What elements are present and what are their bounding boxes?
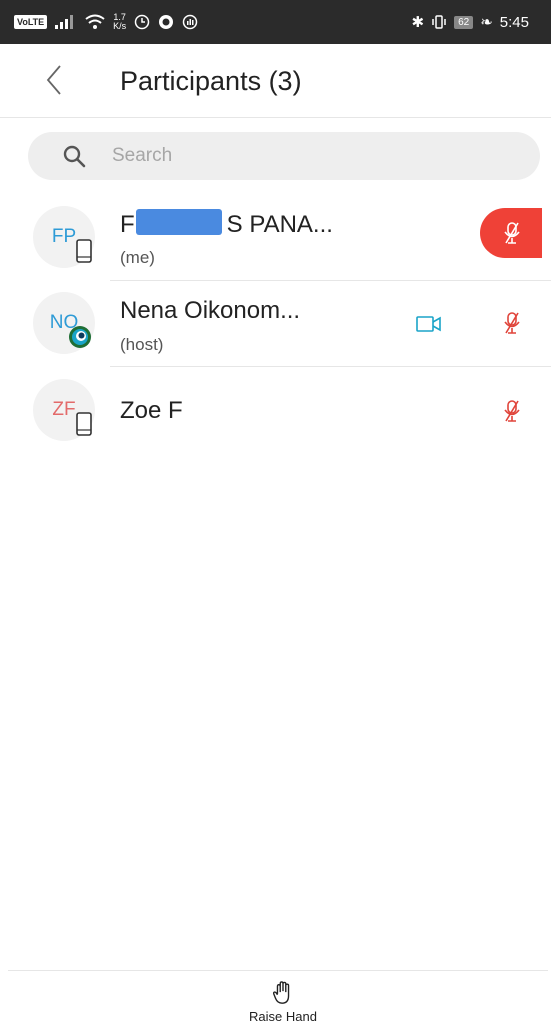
network-speed: 1.7 K/s bbox=[113, 13, 126, 31]
status-bar: VoLTE 1.7 K/s ✱ 62 ❧ 5:45 bbox=[0, 0, 551, 44]
participant-name-start: F bbox=[120, 211, 135, 238]
raise-hand-icon bbox=[272, 981, 290, 1004]
participant-role: (host) bbox=[120, 335, 164, 354]
participant-name: Nena Oikonom... bbox=[120, 297, 301, 324]
volte-badge: VoLTE bbox=[14, 15, 48, 29]
webex-app-icon bbox=[69, 326, 91, 348]
participant-row[interactable]: ZF Zoe F bbox=[0, 367, 551, 453]
wifi-icon bbox=[85, 14, 105, 29]
search-icon bbox=[63, 145, 86, 168]
avatar: NO bbox=[33, 292, 95, 354]
raise-hand-button[interactable]: Raise Hand bbox=[238, 979, 328, 1025]
participant-role: (me) bbox=[120, 248, 155, 267]
back-button[interactable] bbox=[40, 62, 70, 98]
mute-toggle-button[interactable] bbox=[480, 208, 542, 258]
muted-mic-icon bbox=[504, 222, 520, 244]
search-input[interactable] bbox=[112, 142, 512, 170]
redaction-box bbox=[136, 209, 222, 235]
clock-icon bbox=[134, 14, 150, 30]
vibrate-icon bbox=[432, 15, 446, 29]
participant-row[interactable]: FP F S PANA... (me) bbox=[0, 195, 551, 281]
app-notification-icon bbox=[159, 15, 174, 29]
bottom-toolbar: Raise Hand bbox=[8, 970, 548, 1025]
phone-icon bbox=[76, 412, 92, 436]
avatar: FP bbox=[33, 206, 95, 268]
bluetooth-icon: ✱ bbox=[411, 14, 425, 31]
battery-level: 62 bbox=[454, 15, 474, 29]
participant-name: Zoe F bbox=[120, 397, 183, 424]
signal-icon bbox=[55, 15, 74, 29]
header: Participants (3) bbox=[0, 44, 551, 118]
participant-row[interactable]: NO Nena Oikonom... (host) bbox=[0, 281, 551, 367]
status-left: VoLTE 1.7 K/s bbox=[14, 0, 198, 44]
muted-mic-icon[interactable] bbox=[502, 399, 522, 423]
phone-icon bbox=[76, 239, 92, 263]
raise-hand-label: Raise Hand bbox=[249, 1009, 317, 1024]
search-bar[interactable] bbox=[28, 132, 540, 180]
clock-time: 5:45 bbox=[499, 13, 529, 31]
status-right: ✱ 62 ❧ 5:45 bbox=[412, 0, 529, 44]
muted-mic-icon[interactable] bbox=[502, 311, 522, 335]
participant-name-end: S PANA... bbox=[226, 211, 333, 238]
page-title: Participants (3) bbox=[120, 66, 302, 96]
video-camera-icon[interactable] bbox=[416, 315, 442, 333]
charging-leaf-icon: ❧ bbox=[480, 14, 493, 31]
network-speed-unit: K/s bbox=[113, 21, 127, 31]
avatar: ZF bbox=[33, 379, 95, 441]
data-usage-icon bbox=[182, 14, 198, 30]
chevron-left-icon bbox=[46, 65, 61, 95]
